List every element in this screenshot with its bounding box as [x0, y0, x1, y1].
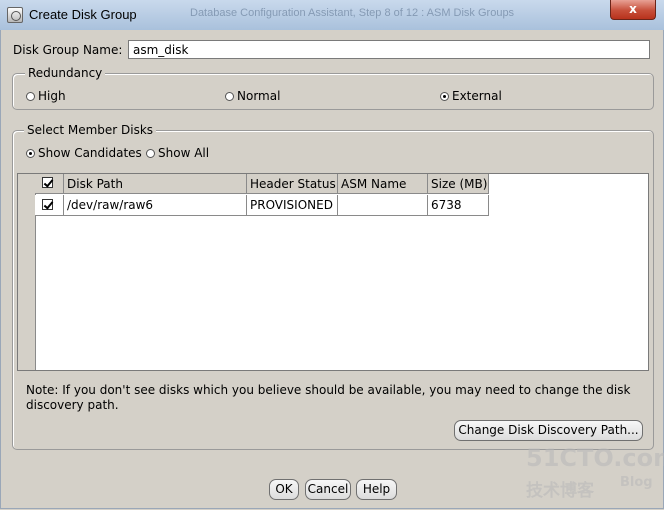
- radio-high[interactable]: High: [26, 89, 66, 103]
- cell-disk-path[interactable]: /dev/raw/raw6: [64, 195, 247, 216]
- show-all-label: Show All: [158, 146, 210, 160]
- watermark-subtitle: 技术博客: [526, 481, 594, 501]
- show-candidates-label: Show Candidates: [38, 146, 142, 160]
- radio-icon: [225, 91, 234, 101]
- row-header-column: [18, 174, 36, 370]
- radio-normal[interactable]: Normal: [225, 89, 280, 103]
- ok-button[interactable]: OK: [269, 479, 299, 500]
- close-button[interactable]: x: [610, 0, 656, 20]
- cancel-button[interactable]: Cancel: [305, 479, 351, 500]
- radio-icon: [26, 91, 35, 101]
- radio-external-label: External: [452, 89, 502, 103]
- radio-icon: [146, 148, 155, 158]
- radio-selected-icon: [440, 91, 449, 101]
- redundancy-group: [12, 73, 654, 110]
- watermark-logo: 51CTO.com: [526, 444, 664, 472]
- background-window-title: Database Configuration Assistant, Step 8…: [190, 7, 515, 19]
- help-button[interactable]: Help: [356, 479, 397, 500]
- row-select-checkbox[interactable]: [42, 199, 53, 210]
- discovery-note: Note: If you don't see disks which you b…: [26, 383, 631, 412]
- radio-high-label: High: [38, 89, 66, 103]
- header-asm-name[interactable]: ASM Name: [338, 174, 428, 194]
- row-checkbox-cell: [35, 195, 64, 216]
- window-title: Create Disk Group: [29, 7, 137, 22]
- header-size-mb[interactable]: Size (MB): [428, 174, 489, 194]
- title-bar: Create Disk Group Database Configuration…: [0, 0, 664, 31]
- member-disks-title: Select Member Disks: [24, 123, 157, 137]
- disk-app-icon: [7, 7, 23, 23]
- cell-asm-name[interactable]: [338, 195, 428, 216]
- radio-external[interactable]: External: [440, 89, 502, 103]
- select-all-checkbox[interactable]: [42, 177, 53, 188]
- redundancy-title: Redundancy: [25, 66, 106, 80]
- radio-selected-icon: [26, 148, 35, 158]
- disk-group-name-label: Disk Group Name:: [13, 43, 123, 57]
- radio-show-all[interactable]: Show All: [146, 146, 209, 160]
- watermark-blog: Blog: [620, 475, 653, 490]
- disk-table: Disk Path Header Status ASM Name Size (M…: [17, 173, 649, 371]
- cell-size-mb[interactable]: 6738: [428, 195, 489, 216]
- radio-normal-label: Normal: [237, 89, 281, 103]
- header-disk-path[interactable]: Disk Path: [64, 174, 247, 194]
- header-select-all-cell: [35, 174, 64, 194]
- disk-group-name-input[interactable]: [128, 40, 650, 59]
- cell-header-status[interactable]: PROVISIONED: [247, 195, 338, 216]
- radio-show-candidates[interactable]: Show Candidates: [26, 146, 142, 160]
- header-header-status[interactable]: Header Status: [247, 174, 338, 194]
- change-discovery-path-button[interactable]: Change Disk Discovery Path...: [454, 420, 643, 441]
- close-icon: x: [629, 2, 637, 16]
